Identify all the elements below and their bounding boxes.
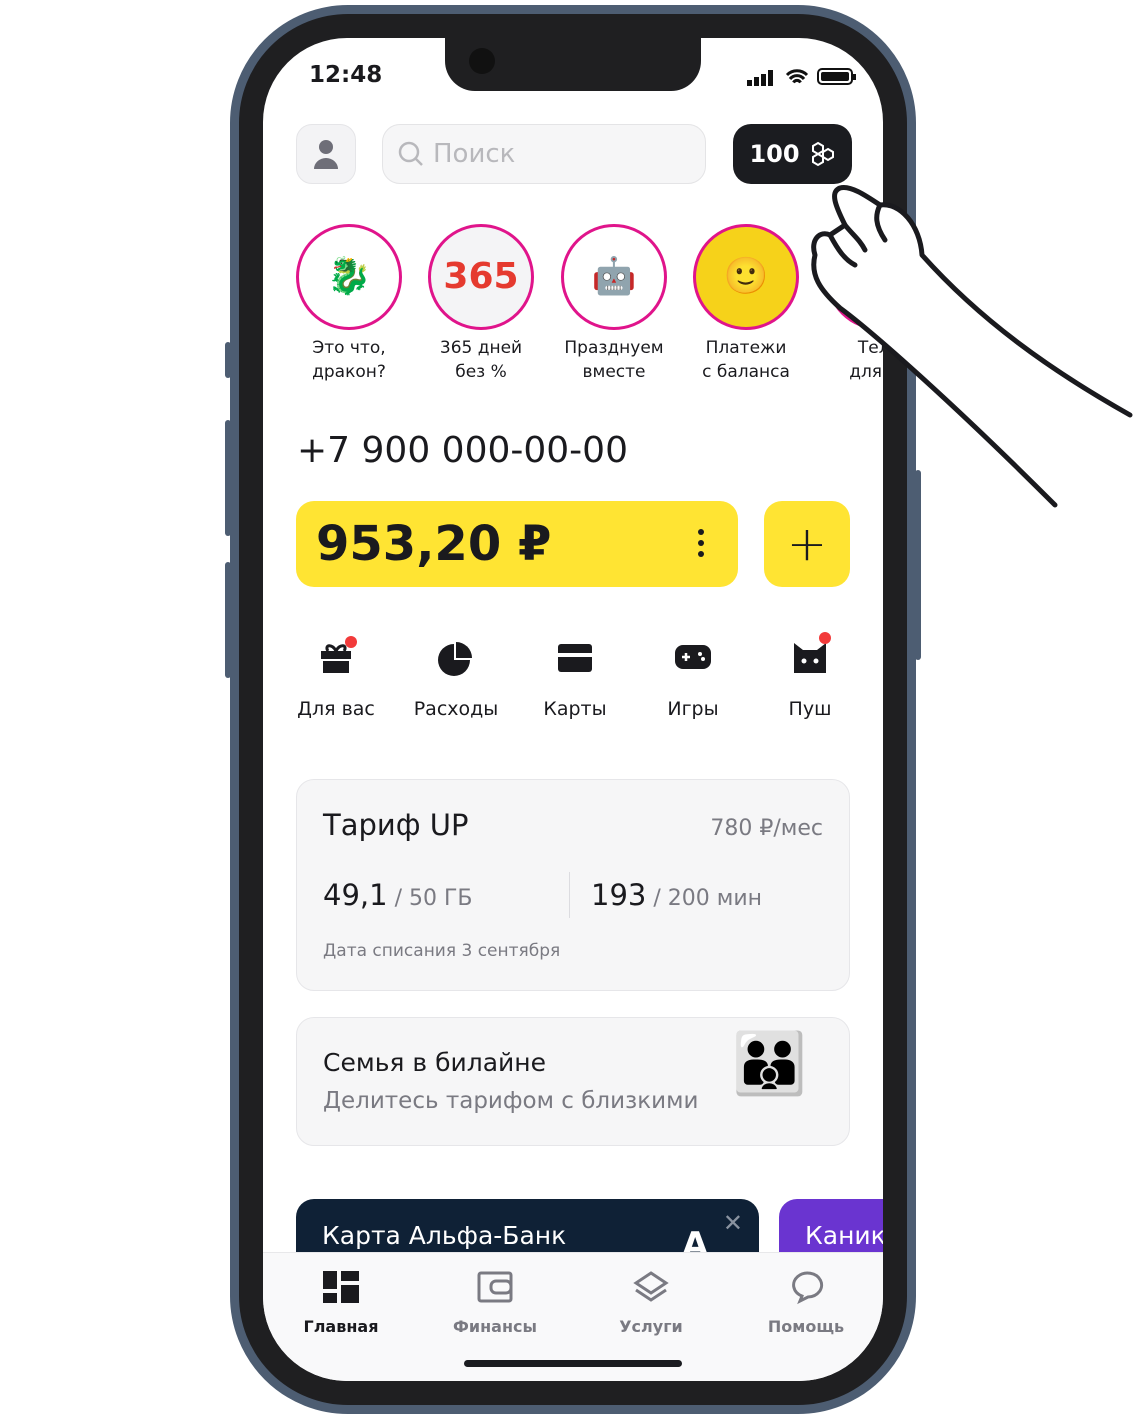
plus-icon: + bbox=[786, 516, 828, 572]
tab-help[interactable]: Помощь bbox=[746, 1271, 866, 1336]
tab-label: Услуги bbox=[619, 1317, 683, 1336]
story-label: вместе bbox=[582, 362, 646, 382]
quick-expenses[interactable]: Расходы bbox=[397, 636, 515, 720]
quick-label: Для вас bbox=[297, 698, 375, 720]
charge-date: Дата списания 3 сентября bbox=[323, 941, 561, 961]
story-dragon[interactable]: 🐉 Это что, дракон? bbox=[283, 224, 415, 384]
camera-icon bbox=[469, 48, 495, 74]
promo-title: Карта Альфа-Банк bbox=[322, 1221, 567, 1250]
search-placeholder: Поиск bbox=[433, 139, 516, 169]
story-365[interactable]: 365 365 дней без % bbox=[415, 224, 547, 384]
profile-button[interactable] bbox=[296, 124, 356, 184]
wifi-icon bbox=[785, 69, 809, 84]
story-label: Это что, bbox=[312, 338, 386, 358]
battery-icon bbox=[817, 68, 856, 85]
tariff-title: Тариф UP bbox=[323, 808, 469, 842]
notification-dot bbox=[345, 636, 357, 648]
home-indicator bbox=[464, 1360, 682, 1367]
quick-for-you[interactable]: Для вас bbox=[277, 636, 395, 720]
points-value: 100 bbox=[749, 140, 800, 168]
phone-number: +7 900 000-00-00 bbox=[297, 430, 628, 471]
tariff-price: 780 ₽/мес bbox=[710, 816, 823, 841]
quick-label: Расходы bbox=[413, 698, 499, 720]
story-label: с баланса bbox=[702, 362, 790, 382]
hexagons-icon bbox=[811, 141, 834, 167]
tab-label: Главная bbox=[303, 1317, 379, 1336]
card-icon bbox=[558, 644, 592, 672]
pie-chart-icon bbox=[438, 642, 472, 676]
story-label: Празднуем bbox=[564, 338, 664, 358]
gamepad-icon bbox=[675, 645, 711, 669]
story-label: дракон? bbox=[312, 362, 386, 382]
story-label: 365 дней bbox=[439, 338, 523, 358]
story-celebrate[interactable]: 🤖 Празднуем вместе bbox=[548, 224, 680, 384]
tab-home[interactable]: Главная bbox=[281, 1271, 401, 1336]
data-total: / 50 ГБ bbox=[394, 886, 473, 911]
close-icon[interactable]: ✕ bbox=[723, 1209, 743, 1237]
story-label: без % bbox=[455, 362, 507, 382]
cat-icon bbox=[794, 643, 826, 673]
family-subtitle: Делитесь тарифом с близкими bbox=[323, 1088, 699, 1114]
notification-dot bbox=[819, 632, 831, 644]
quick-label: Пуш bbox=[788, 698, 832, 720]
promo-title: Каник bbox=[805, 1221, 883, 1250]
user-icon bbox=[314, 140, 338, 169]
search-icon bbox=[398, 141, 423, 166]
story-label: Платежи bbox=[705, 338, 787, 358]
notch bbox=[445, 38, 701, 91]
story-image-text: 365 bbox=[443, 256, 519, 297]
data-usage: 49,1 / 50 ГБ bbox=[323, 878, 472, 912]
phone-screen: 12:48 Поиск 100 🐉 Это что, дракон? 365 36… bbox=[263, 38, 883, 1381]
minutes-used: 193 bbox=[591, 878, 647, 912]
tab-bar: Главная Финансы Услуги Помощь bbox=[263, 1252, 883, 1381]
dragon-image: 🐉 bbox=[296, 224, 402, 330]
points-button[interactable]: 100 bbox=[733, 124, 852, 184]
dashboard-icon bbox=[323, 1271, 359, 1303]
tab-label: Помощь bbox=[767, 1317, 845, 1336]
chat-bubble-icon bbox=[792, 1271, 824, 1305]
search-input[interactable]: Поиск bbox=[382, 124, 706, 184]
woman-image: 🙂 bbox=[693, 224, 799, 330]
layers-icon bbox=[633, 1271, 669, 1302]
balance-card[interactable]: 953,20 ₽ bbox=[296, 501, 738, 587]
quick-games[interactable]: Игры bbox=[634, 636, 752, 720]
family-title: Семья в билайне bbox=[323, 1048, 547, 1077]
wallet-icon bbox=[477, 1271, 513, 1303]
family-photo: 👪 bbox=[732, 1029, 807, 1099]
tab-services[interactable]: Услуги bbox=[591, 1271, 711, 1336]
signal-icon bbox=[747, 70, 773, 86]
more-icon[interactable] bbox=[698, 529, 704, 562]
tab-label: Финансы bbox=[453, 1317, 537, 1336]
balance-value: 953,20 ₽ bbox=[316, 516, 552, 572]
family-card[interactable]: Семья в билайне Делитесь тарифом с близк… bbox=[296, 1017, 850, 1146]
tab-finance[interactable]: Финансы bbox=[435, 1271, 555, 1336]
robot-image: 🤖 bbox=[561, 224, 667, 330]
minutes-total: / 200 мин bbox=[653, 886, 763, 911]
status-time: 12:48 bbox=[309, 62, 383, 88]
story-payments[interactable]: 🙂 Платежи с баланса bbox=[680, 224, 812, 384]
hand-pointer-illustration bbox=[811, 184, 1133, 508]
tariff-card[interactable]: Тариф UP 780 ₽/мес 49,1 / 50 ГБ 193 / 20… bbox=[296, 779, 850, 991]
divider bbox=[569, 872, 570, 918]
data-used: 49,1 bbox=[323, 878, 388, 912]
minutes-usage: 193 / 200 мин bbox=[591, 878, 762, 912]
card-image: 365 bbox=[428, 224, 534, 330]
quick-push[interactable]: Пуш bbox=[751, 632, 869, 720]
quick-label: Карты bbox=[543, 698, 607, 720]
quick-label: Игры bbox=[667, 698, 719, 720]
status-icons bbox=[747, 68, 857, 86]
quick-cards[interactable]: Карты bbox=[516, 636, 634, 720]
